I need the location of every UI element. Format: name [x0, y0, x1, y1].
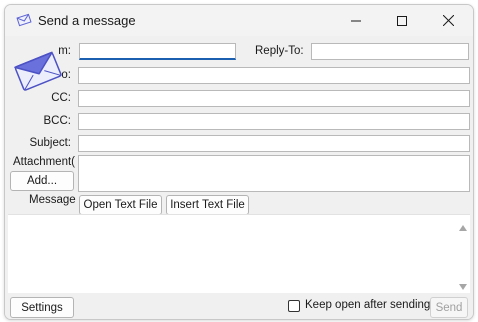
from-label: m:	[58, 45, 71, 57]
keep-open-checkbox[interactable]	[288, 300, 300, 312]
scroll-up-icon[interactable]	[459, 220, 467, 234]
envelope-icon	[12, 49, 64, 93]
cc-label: CC:	[51, 92, 71, 104]
envelope-small-icon	[16, 13, 32, 27]
subject-label: Subject:	[29, 137, 71, 149]
message-scrollbar[interactable]	[456, 215, 470, 293]
message-form: m: Reply-To: o: CC: BCC: Subject: Attach…	[5, 36, 473, 319]
open-text-file-button[interactable]: Open Text File	[79, 195, 162, 215]
cc-field[interactable]	[78, 90, 470, 107]
subject-field[interactable]	[78, 135, 470, 152]
minimize-icon	[351, 16, 361, 26]
send-button[interactable]: Send	[430, 297, 468, 318]
bcc-field[interactable]	[78, 113, 470, 130]
close-icon	[442, 15, 454, 26]
reply-to-field[interactable]	[311, 43, 469, 60]
window-title: Send a message	[38, 13, 136, 28]
reply-to-label: Reply-To:	[255, 45, 304, 57]
to-field[interactable]	[78, 67, 470, 84]
attachment-label: Attachment(	[13, 156, 75, 168]
add-attachment-button[interactable]: Add...	[10, 171, 74, 191]
from-field[interactable]	[79, 43, 236, 60]
close-button[interactable]	[425, 5, 471, 36]
title-bar: Send a message	[5, 5, 473, 36]
bcc-label: BCC:	[43, 115, 71, 127]
attachment-list[interactable]	[78, 155, 470, 192]
scroll-down-icon[interactable]	[459, 279, 467, 293]
to-label: o:	[61, 69, 71, 81]
keep-open-label: Keep open after sending	[305, 299, 431, 311]
send-message-window: Send a message m: Reply-To: o: CC: BCC: …	[4, 4, 474, 320]
maximize-icon	[397, 15, 407, 26]
insert-text-file-button[interactable]: Insert Text File	[166, 195, 249, 215]
maximize-button[interactable]	[379, 5, 425, 36]
message-body[interactable]	[8, 214, 470, 293]
message-label: Message	[29, 194, 76, 206]
minimize-button[interactable]	[333, 5, 379, 36]
settings-button[interactable]: Settings	[10, 297, 74, 318]
